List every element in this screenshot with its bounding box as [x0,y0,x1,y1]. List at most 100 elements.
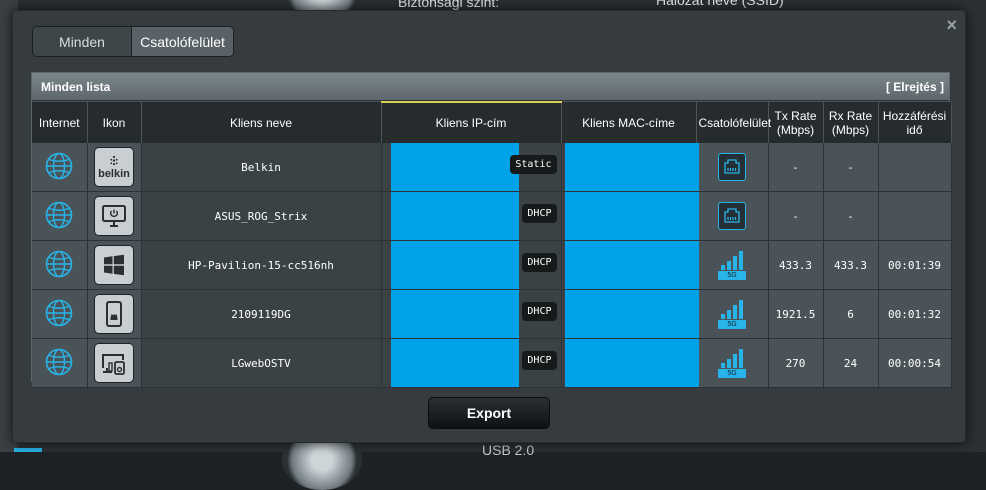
background-blue-indicator [14,448,42,452]
globe-icon[interactable] [44,171,74,184]
ip-mask [391,290,519,338]
rx-rate: - [823,192,878,241]
client-ip-cell: DHCP [381,241,561,290]
internet-cell[interactable] [32,339,87,388]
tv-device-icon[interactable] [94,343,134,383]
tab-minden[interactable]: Minden [33,27,131,56]
ip-type-badge: DHCP [522,351,556,370]
interface-cell: 5G [696,290,768,339]
client-ip-cell: Static [381,143,561,192]
export-button[interactable]: Export [428,397,550,429]
interface-cell: 5G [696,241,768,290]
windows-icon[interactable] [94,245,134,285]
client-name[interactable]: Belkin [141,143,381,192]
globe-icon[interactable] [44,367,74,380]
background-ssid-label: Hálózat neve (SSID) [656,0,784,8]
client-mac-cell [561,339,696,388]
interface-cell: 5G [696,339,768,388]
list-title: Minden lista [41,80,110,94]
client-ip-cell: DHCP [381,192,561,241]
table-row[interactable]: belkin BelkinStatic -- [32,143,951,192]
table-header-row: Internet Ikon Kliens neve Kliens IP-cím … [32,102,951,143]
internet-cell[interactable] [32,241,87,290]
client-name[interactable]: LGwebOSTV [141,339,381,388]
column-tx-rate[interactable]: Tx Rate (Mbps) [768,102,823,143]
rx-rate: 6 [823,290,878,339]
globe-icon[interactable] [44,220,74,233]
icon-cell: belkin [87,143,141,192]
column-interface[interactable]: Csatolófelület [696,102,768,143]
tx-rate: 270 [768,339,823,388]
wifi-signal-icon: 5G [718,248,746,280]
client-table: Internet Ikon Kliens neve Kliens IP-cím … [32,101,952,388]
client-mac-cell [561,192,696,241]
table-row[interactable]: 2109119DG DHCP 5G 1921.5600:01:32 [32,290,951,339]
interface-cell [696,143,768,192]
mac-mask [565,290,699,338]
ip-type-badge: DHCP [522,204,556,223]
column-client-mac[interactable]: Kliens MAC-címe [561,102,696,143]
tab-csatolofelulet[interactable]: Csatolófelület [131,27,233,56]
client-name[interactable]: 2109119DG [141,290,381,339]
access-time [878,143,951,192]
ip-type-badge: DHCP [522,253,556,272]
access-time [878,192,951,241]
access-time: 00:00:54 [878,339,951,388]
band-label: 5G [718,320,746,329]
ip-mask [391,143,519,191]
close-icon[interactable]: × [946,15,957,36]
client-mac-cell [561,241,696,290]
client-name[interactable]: HP-Pavilion-15-cc516nh [141,241,381,290]
table-row[interactable]: LGwebOSTV DHCP 5G 2702400:00:54 [32,339,951,388]
background-usb-label: USB 2.0 [482,442,534,458]
ethernet-icon [718,202,746,230]
ip-mask [391,339,519,387]
column-icon[interactable]: Ikon [87,102,141,143]
table-row[interactable]: HP-Pavilion-15-cc516nhDHCP5G433.3433.300… [32,241,951,290]
tx-rate: 1921.5 [768,290,823,339]
column-internet[interactable]: Internet [32,102,87,143]
export-area: Export [13,397,965,429]
column-rx-rate[interactable]: Rx Rate (Mbps) [823,102,878,143]
tx-rate: - [768,143,823,192]
access-time: 00:01:32 [878,290,951,339]
mac-mask [565,241,699,289]
band-label: 5G [718,369,746,378]
android-phone-icon[interactable] [94,294,134,334]
ip-mask [391,192,519,240]
client-name[interactable]: ASUS_ROG_Strix [141,192,381,241]
table-row[interactable]: ASUS_ROG_Strix DHCP -- [32,192,951,241]
hide-link[interactable]: [ Elrejtés ] [886,80,944,94]
client-list-modal: × Minden Csatolófelület Minden lista [ E… [12,10,966,443]
icon-cell [87,192,141,241]
icon-cell [87,339,141,388]
internet-cell[interactable] [32,290,87,339]
column-client-ip[interactable]: Kliens IP-cím [381,102,561,143]
belkin-logo-text: belkin [98,168,130,180]
client-list-panel: Minden lista [ Elrejtés ] Internet Ikon … [31,72,950,382]
view-tabs: Minden Csatolófelület [32,26,234,57]
rx-rate: 24 [823,339,878,388]
globe-icon[interactable] [44,318,74,331]
wifi-signal-icon: 5G [718,297,746,329]
mac-mask [565,339,699,387]
rx-rate: - [823,143,878,192]
client-ip-cell: DHCP [381,290,561,339]
wifi-signal-icon: 5G [718,346,746,378]
client-mac-cell [561,143,696,192]
internet-cell[interactable] [32,192,87,241]
tx-rate: - [768,192,823,241]
column-access-time[interactable]: Hozzáférési idő [878,102,951,143]
belkin-logo-icon[interactable]: belkin [94,147,134,187]
globe-icon[interactable] [44,269,74,282]
desktop-icon[interactable] [94,196,134,236]
mac-mask [565,143,699,191]
access-time: 00:01:39 [878,241,951,290]
ip-type-badge: DHCP [522,302,556,321]
client-mac-cell [561,290,696,339]
internet-cell[interactable] [32,143,87,192]
column-client-name[interactable]: Kliens neve [141,102,381,143]
icon-cell [87,241,141,290]
ip-mask [391,241,519,289]
mac-mask [565,192,699,240]
